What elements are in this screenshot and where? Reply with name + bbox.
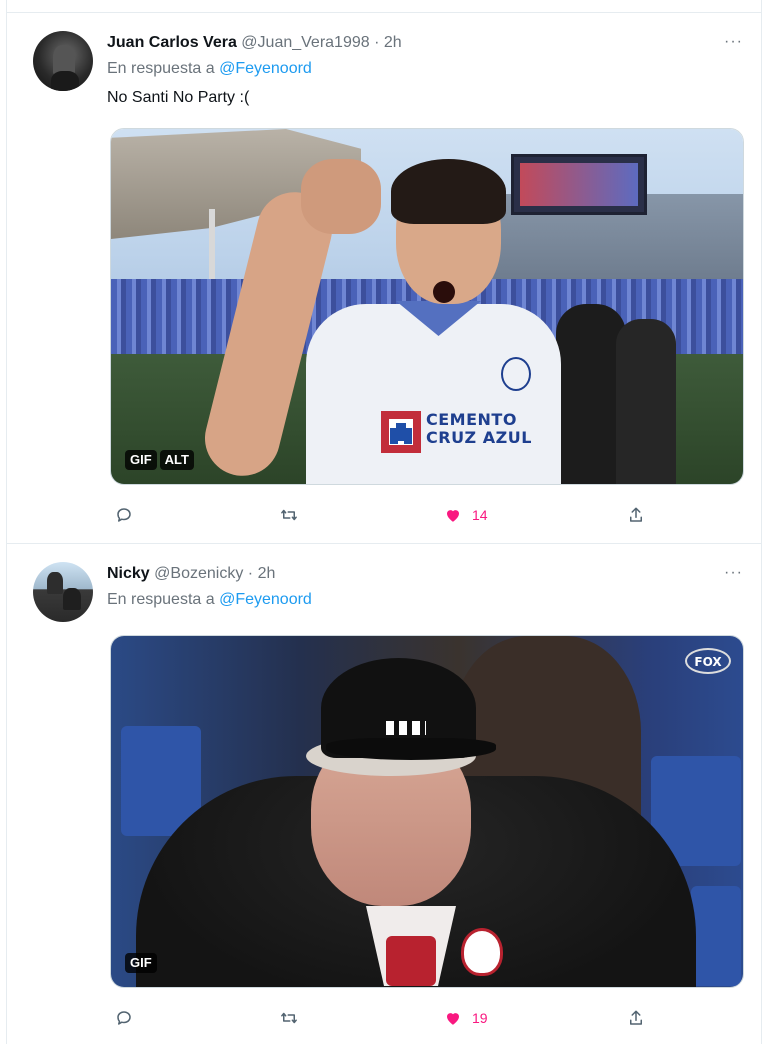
reply-to-link[interactable]: @Feyenoord [219, 591, 312, 608]
reply-context: En respuesta a @Feyenoord [107, 60, 312, 78]
media-scarf-stripe [386, 936, 436, 986]
reply-context: En respuesta a @Feyenoord [107, 591, 312, 609]
reply-button[interactable] [115, 505, 133, 525]
sponsor-line-2: CRUZ AZUL [426, 428, 532, 447]
more-icon[interactable]: ··· [724, 564, 743, 582]
retweet-icon [281, 509, 297, 521]
media-club-badge [461, 928, 503, 976]
share-button[interactable] [627, 1008, 645, 1028]
retweet-button[interactable] [280, 1008, 298, 1028]
media-bystander [616, 319, 676, 484]
media-player-hair [391, 159, 506, 224]
like-count: 19 [472, 1010, 488, 1026]
media-player-mouth [433, 281, 455, 303]
timestamp[interactable]: 2h [258, 565, 276, 582]
more-icon[interactable]: ··· [724, 33, 743, 51]
share-button[interactable] [627, 505, 645, 525]
like-button[interactable]: 19 [444, 1008, 488, 1028]
media-club-crest [501, 357, 531, 391]
tweet-actions: 14 [107, 505, 647, 525]
gif-badge: GIF [125, 450, 157, 470]
media-badges: GIF ALT [125, 450, 194, 470]
separator: · [374, 34, 380, 51]
avatar[interactable] [33, 31, 93, 91]
author-name[interactable]: Juan Carlos Vera [107, 34, 237, 51]
like-button[interactable]: 14 [444, 505, 488, 525]
author-name[interactable]: Nicky [107, 565, 150, 582]
tweet-header: Juan Carlos Vera @Juan_Vera1998 · 2h [107, 33, 402, 53]
reply-icon [117, 1011, 131, 1025]
media-cap-stripes [386, 721, 426, 735]
media-scoreboard [511, 154, 647, 215]
timeline: Juan Carlos Vera @Juan_Vera1998 · 2h ···… [6, 0, 762, 1044]
like-count: 14 [472, 507, 488, 523]
tweet-actions: 19 [107, 1008, 647, 1028]
alt-badge[interactable]: ALT [159, 450, 194, 470]
media-pole [209, 209, 215, 289]
retweet-icon [281, 1012, 297, 1024]
reply-prefix: En respuesta a [107, 60, 215, 77]
media-stadium-seat [691, 886, 741, 986]
retweet-button[interactable] [280, 505, 298, 525]
media-sponsor-text: CEMENTO CRUZ AZUL [426, 411, 532, 447]
reply-button[interactable] [115, 1008, 133, 1028]
author-handle[interactable]: @Bozenicky [154, 565, 243, 582]
heart-icon [447, 1013, 459, 1025]
sponsor-line-1: CEMENTO [426, 410, 517, 429]
tweet[interactable]: Juan Carlos Vera @Juan_Vera1998 · 2h ···… [7, 13, 761, 544]
media-badges: GIF [125, 953, 157, 973]
avatar-figure [63, 588, 81, 610]
timestamp[interactable]: 2h [384, 34, 402, 51]
avatar-figure [47, 572, 63, 594]
tweet-text: No Santi No Party :( [107, 89, 250, 106]
avatar-figure [51, 71, 79, 91]
tweet-media-gif[interactable]: FOX GIF [110, 635, 744, 988]
avatar[interactable] [33, 562, 93, 622]
media-fist [301, 159, 381, 234]
share-icon [630, 1010, 642, 1025]
separator: · [247, 565, 254, 582]
reply-icon [117, 508, 131, 522]
author-handle[interactable]: @Juan_Vera1998 [241, 34, 369, 51]
tweet-header: Nicky @Bozenicky · 2h [107, 564, 275, 584]
heart-icon [447, 510, 459, 522]
reply-prefix: En respuesta a [107, 591, 215, 608]
tweet-media-gif[interactable]: CEMENTO CRUZ AZUL GIF ALT [110, 128, 744, 485]
gif-badge: GIF [125, 953, 157, 973]
media-cap-brim [326, 738, 496, 760]
media-broadcaster-logo: FOX [685, 648, 731, 674]
share-icon [630, 507, 642, 522]
media-sponsor-logo [381, 411, 421, 453]
tweet[interactable]: Nicky @Bozenicky · 2h ··· En respuesta a… [7, 544, 761, 1044]
reply-to-link[interactable]: @Feyenoord [219, 60, 312, 77]
